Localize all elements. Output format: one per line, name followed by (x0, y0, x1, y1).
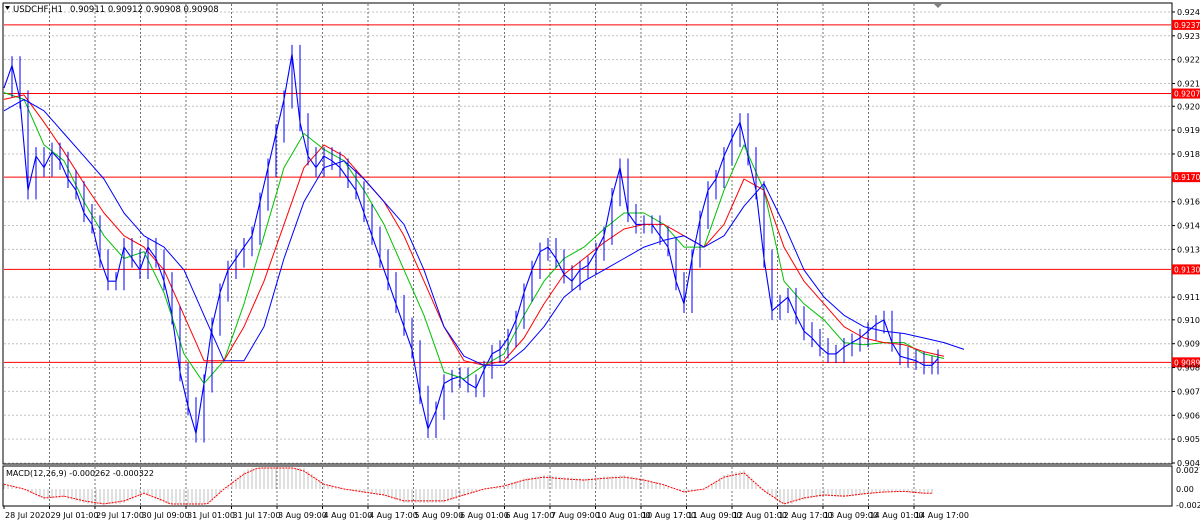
level-price-label: 0.92076 (1174, 90, 1200, 99)
macd-scale-zero: 0.00 (1176, 485, 1194, 494)
chart-root: 0.923780.920760.917080.913020.90893 0.92… (0, 0, 1200, 525)
y-tick-label: 0.90765 (1177, 387, 1200, 396)
y-tick-label: 0.92020 (1177, 102, 1200, 111)
background (0, 0, 1200, 525)
macd-scale-bottom: -0.00253 (1176, 501, 1200, 510)
y-tick-label: 0.91495 (1177, 222, 1200, 231)
level-price-label: 0.91302 (1174, 265, 1200, 274)
y-tick-label: 0.91390 (1177, 245, 1200, 254)
macd-label: MACD(12,26,9) -0.000262 -0.000322 (6, 469, 154, 478)
x-tick-label: 5 Aug 09:00 (415, 511, 464, 520)
x-tick-label: 14 Aug 17:00 (915, 511, 969, 520)
x-tick-label: 6 Aug 17:00 (506, 511, 555, 520)
x-tick-label: 3 Aug 09:00 (278, 511, 327, 520)
chart-svg[interactable]: 0.923780.920760.917080.913020.90893 0.92… (0, 0, 1200, 525)
y-tick-label: 0.91080 (1177, 316, 1200, 325)
y-tick-label: 0.92120 (1177, 80, 1200, 89)
x-tick-label: 29 Jul 01:00 (51, 511, 99, 520)
macd-scale-top: 0.002725 (1176, 466, 1200, 475)
ohlc-label: 0.90911 0.90912 0.90908 0.90908 (70, 5, 219, 15)
y-tick-label: 0.91600 (1177, 198, 1200, 207)
x-tick-label: 7 Aug 09:00 (551, 511, 600, 520)
level-price-label: 0.91708 (1174, 173, 1200, 182)
y-tick-label: 0.91180 (1177, 293, 1200, 302)
x-tick-label: 4 Aug 01:00 (324, 511, 373, 520)
level-price-label: 0.92378 (1174, 21, 1200, 30)
x-tick-label: 4 Aug 17:00 (369, 511, 418, 520)
x-tick-label: 31 Jul 17:00 (233, 511, 281, 520)
symbol-label: USDCHF,H1 (13, 5, 63, 15)
y-tick-label: 0.90555 (1177, 435, 1200, 444)
x-tick-label: 31 Jul 01:00 (187, 511, 235, 520)
y-tick-label: 0.92225 (1177, 56, 1200, 65)
x-tick-label: 29 Jul 17:00 (96, 511, 144, 520)
y-tick-label: 0.90660 (1177, 411, 1200, 420)
y-tick-label: 0.90870 (1177, 364, 1200, 373)
y-tick-label: 0.91810 (1177, 150, 1200, 159)
x-tick-label: 28 Jul 2020 (5, 511, 50, 520)
x-tick-label: 30 Jul 09:00 (142, 511, 190, 520)
y-tick-label: 0.90975 (1177, 340, 1200, 349)
y-tick-label: 0.91915 (1177, 126, 1200, 135)
y-tick-label: 0.92330 (1177, 32, 1200, 41)
x-tick-label: 6 Aug 01:00 (460, 511, 509, 520)
y-tick-label: 0.92435 (1177, 8, 1200, 17)
